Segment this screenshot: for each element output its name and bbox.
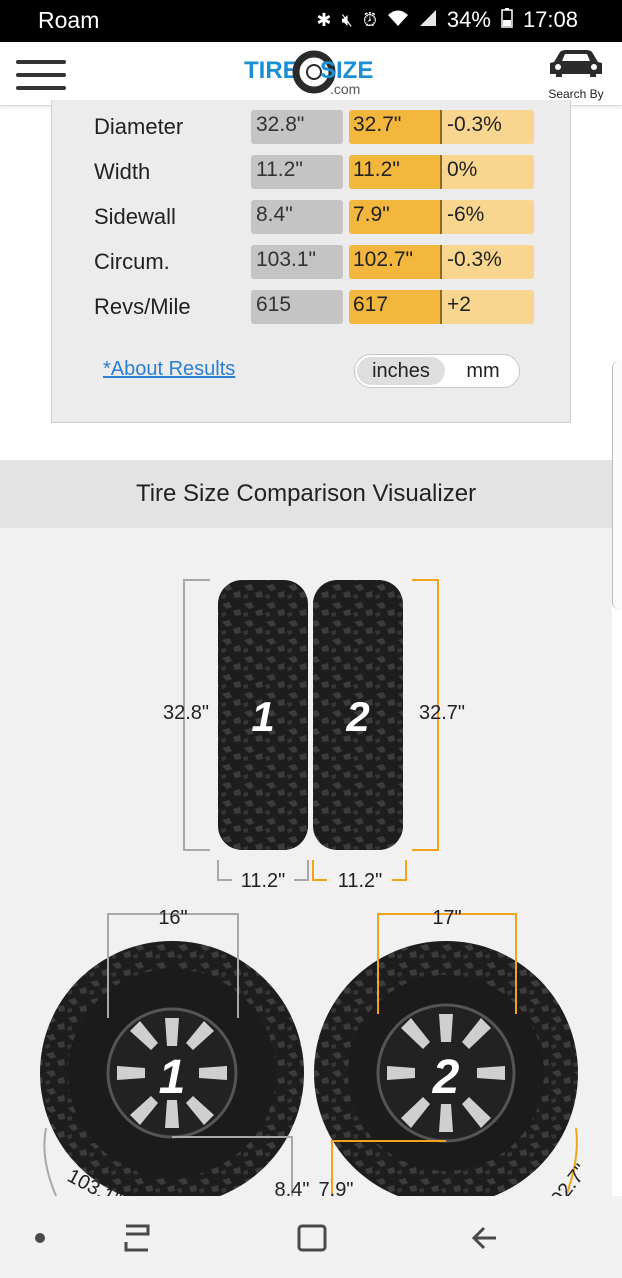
tire1-sidewall-label: 8.4" [275,1179,310,1196]
search-by-button[interactable]: Search By [544,48,608,101]
tire2-wheel: 2 [314,941,578,1196]
tire1-width-bracket-left [217,860,232,881]
logo-suffix: .com [330,81,360,97]
tire1-number-label: 1 [251,693,274,740]
tire-comparison-graphic: 1 2 32.8" 32.7" 11.2" 11.2" 1 16" 8.4" 1… [40,579,593,1196]
tire1-value: 8.4" [251,200,343,234]
car-icon [550,50,602,77]
tire2-profile: 2 [313,580,403,850]
tire1-width-bracket-right [294,860,309,881]
visualizer-canvas: 1 2 32.8" 32.7" 11.2" 11.2" 1 16" 8.4" 1… [0,528,612,1196]
status-icons: ✱ 🔇︎ ⏰︎ 34% 17:08 [316,7,578,33]
tire2-width-bracket-right [392,860,407,881]
tire2-wheel-number: 2 [432,1051,460,1104]
tire1-value: 615 [251,290,343,324]
signal-icon [419,9,437,32]
result-row-diameter: Diameter 32.8" 32.7" -0.3% [94,110,554,144]
row-label: Diameter [94,114,184,139]
tire2-rim-label: 17" [432,907,461,929]
tire1-profile: 1 [218,580,308,850]
back-icon[interactable] [471,1226,496,1250]
tire2-value: 102.7" [349,245,442,279]
row-label: Width [94,159,151,184]
tire1-height-label: 32.8" [163,702,209,724]
visualizer-header: Tire Size Comparison Visualizer [0,460,612,528]
result-row-sidewall: Sidewall 8.4" 7.9" -6% [94,200,554,234]
tire2-value: 11.2" [349,155,442,189]
tire1-value: 32.8" [251,110,343,144]
tire2-value: 32.7" [349,110,442,144]
row-label: Circum. [94,249,170,274]
clock: 17:08 [522,7,578,32]
tire1-width-label: 11.2" [241,870,286,892]
recent-apps-icon[interactable] [124,1224,150,1252]
difference-value: +2 [442,290,534,324]
tire2-height-label: 32.7" [419,702,465,724]
wifi-icon [387,9,409,32]
tire1-value: 11.2" [251,155,343,189]
difference-value: -6% [442,200,534,234]
logo-text-right: SIZE [320,57,373,84]
tire2-circum-label: 102.7" [540,1160,593,1196]
alarm-icon: ⏰︎ [362,9,377,30]
unit-option-inches[interactable]: inches [357,357,445,385]
bluetooth-icon: ✱ [316,9,332,30]
about-results-link[interactable]: *About Results [103,358,235,381]
tire1-value: 103.1" [251,245,343,279]
mute-icon: 🔇︎ [341,9,353,30]
row-label: Revs/Mile [94,294,191,319]
nav-dot-icon[interactable] [35,1233,45,1243]
difference-value: -0.3% [442,110,534,144]
tire1-wheel: 1 [40,941,304,1196]
unit-option-mm[interactable]: mm [451,357,515,385]
result-row-revs-per-mile: Revs/Mile 615 617 +2 [94,290,554,324]
search-by-label: Search By [548,87,604,101]
tire2-sidewall-label: 7.9" [319,1179,354,1196]
difference-value: 0% [442,155,534,189]
site-logo[interactable]: TIRE SIZE .com [244,50,384,100]
status-bar: Roam ✱ 🔇︎ ⏰︎ 34% 17:08 [0,0,622,42]
scroll-indicator[interactable] [612,360,622,610]
site-header: TIRE SIZE .com Search By [0,42,622,106]
tire2-value: 7.9" [349,200,442,234]
tire2-width-bracket-left [312,860,327,881]
result-row-width: Width 11.2" 11.2" 0% [94,155,554,189]
tire1-rim-label: 16" [158,907,187,929]
tire1-wheel-number: 1 [159,1051,186,1104]
home-icon[interactable] [297,1224,327,1252]
tire2-value: 617 [349,290,442,324]
tire1-circum-arc [43,1127,57,1196]
logo-text-left: TIRE [244,57,299,84]
visualizer-title: Tire Size Comparison Visualizer [135,480,477,507]
tire2-width-label: 11.2" [338,870,383,892]
unit-toggle[interactable]: inches mm [354,354,520,388]
battery-icon [501,7,513,33]
carrier-label: Roam [38,7,100,33]
tire2-number-label: 2 [345,693,369,740]
system-nav-bar [0,1196,622,1278]
result-row-circumference: Circum. 103.1" 102.7" -0.3% [94,245,554,279]
row-label: Sidewall [94,204,176,229]
difference-value: -0.3% [442,245,534,279]
results-panel: Diameter 32.8" 32.7" -0.3% Width 11.2" 1… [51,100,571,423]
menu-icon[interactable] [16,60,66,90]
battery-percent: 34% [446,7,491,32]
